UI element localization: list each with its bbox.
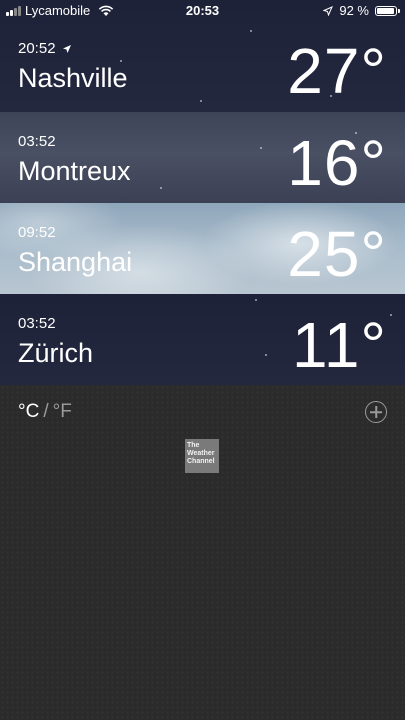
city-row-zurich[interactable]: 03:52 Zürich 11° <box>0 294 405 385</box>
unit-separator: / <box>43 401 49 422</box>
add-city-button[interactable] <box>365 401 387 423</box>
unit-toggle[interactable]: °C / °F <box>18 401 72 423</box>
footer-panel: °C / °F The Weather Channel <box>0 385 405 720</box>
status-bar-right: 92 % <box>323 3 400 18</box>
city-temperature: 27° <box>287 35 387 107</box>
city-local-time: 03:52 <box>18 315 56 332</box>
city-name: Zürich <box>18 338 94 368</box>
city-name: Montreux <box>18 156 131 186</box>
location-arrow-icon <box>62 44 71 53</box>
battery-percent: 92 % <box>339 3 369 18</box>
city-temperature: 16° <box>287 127 387 199</box>
battery-level <box>377 7 394 14</box>
city-name: Shanghai <box>18 247 133 277</box>
status-bar: Lycamobile 20:53 92 % <box>0 0 405 22</box>
weather-channel-logo[interactable]: The Weather Channel <box>185 439 219 473</box>
unit-fahrenheit[interactable]: °F <box>53 401 72 423</box>
city-temperature: 11° <box>291 309 387 381</box>
unit-celsius[interactable]: °C <box>18 401 39 423</box>
city-local-time: 20:52 <box>18 40 72 57</box>
battery-icon <box>375 5 400 16</box>
city-list: 20:52 Nashville 27° 03:52 Montreux 16° 0… <box>0 0 405 385</box>
city-local-time: 09:52 <box>18 224 56 241</box>
city-local-time: 03:52 <box>18 133 56 150</box>
city-name: Nashville <box>18 63 128 93</box>
weather-app-screen: 20:52 Nashville 27° 03:52 Montreux 16° 0… <box>0 0 405 720</box>
city-temperature: 25° <box>287 218 387 290</box>
location-services-icon <box>323 5 334 16</box>
city-row-montreux[interactable]: 03:52 Montreux 16° <box>0 112 405 203</box>
city-row-shanghai[interactable]: 09:52 Shanghai 25° <box>0 203 405 294</box>
